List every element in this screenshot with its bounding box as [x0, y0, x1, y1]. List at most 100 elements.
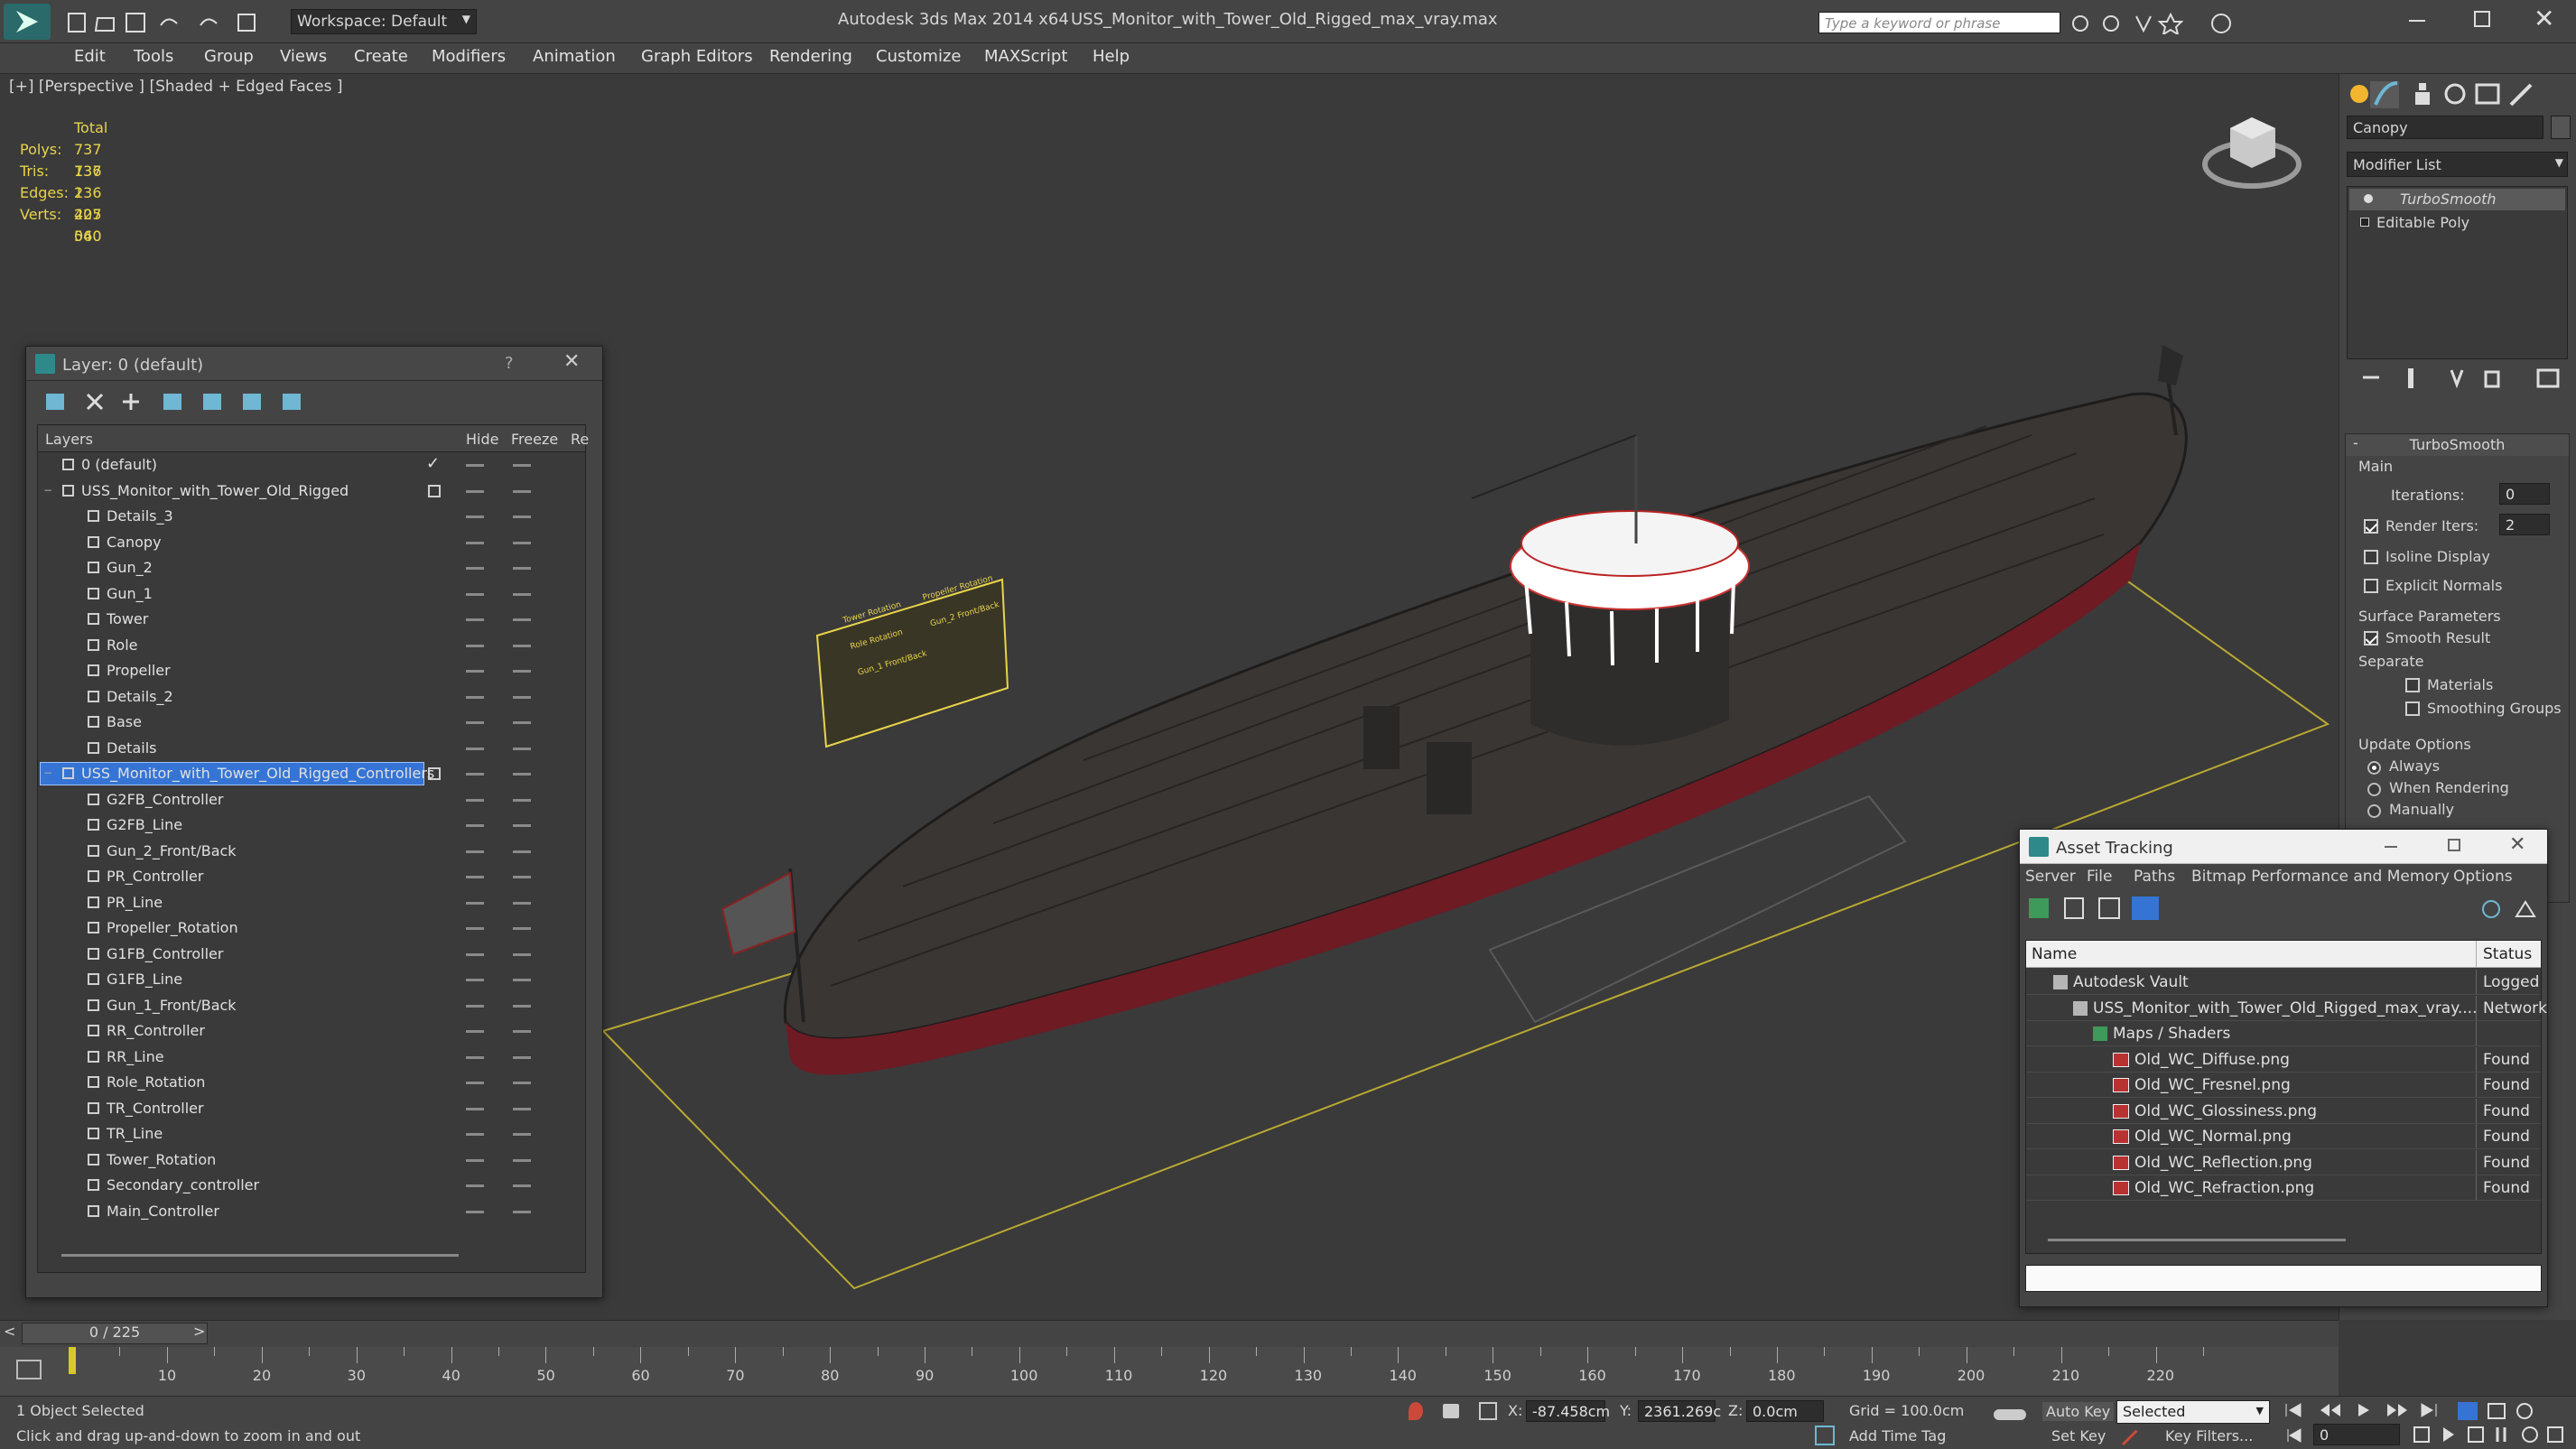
menu-item-customize[interactable]: Customize: [876, 47, 961, 66]
asset-row[interactable]: Old_WC_Normal.png Found: [2026, 1124, 2545, 1149]
layer-object-row[interactable]: Tower_Rotation: [38, 1147, 580, 1173]
layer-object-row[interactable]: Details_2: [38, 684, 580, 710]
menu-item-help[interactable]: Help: [1093, 47, 1130, 66]
pin-icon[interactable]: [2515, 900, 2536, 917]
time-slider[interactable]: 0 / 225: [22, 1323, 208, 1344]
iterations-spinner[interactable]: 0: [2499, 483, 2550, 505]
object-name-field[interactable]: Canopy: [2347, 116, 2543, 139]
hide-toggle[interactable]: [466, 721, 484, 724]
layer-row[interactable]: 0 (default) ✓: [38, 452, 580, 478]
render-iters-checkbox[interactable]: [2364, 519, 2378, 534]
freeze-toggle[interactable]: [513, 773, 531, 776]
mini-curve-editor-icon[interactable]: [16, 1360, 42, 1379]
refresh-icon[interactable]: [2029, 898, 2049, 918]
hide-toggle[interactable]: [466, 901, 484, 905]
select-objects-icon[interactable]: [163, 394, 181, 410]
hide-toggle[interactable]: [466, 1133, 484, 1136]
field-of-view-icon[interactable]: [2468, 1426, 2484, 1443]
previous-frame-icon[interactable]: [2320, 1404, 2340, 1416]
maximize-viewport-icon[interactable]: [2547, 1426, 2563, 1443]
hide-toggle[interactable]: [466, 1158, 484, 1162]
freeze-toggle[interactable]: [513, 489, 531, 493]
col-name[interactable]: Name: [2032, 945, 2077, 963]
col-layers[interactable]: Layers: [45, 431, 93, 448]
freeze-toggle[interactable]: [513, 644, 531, 647]
asset-row[interactable]: Old_WC_Diffuse.png Found: [2026, 1046, 2545, 1073]
asset-menu-server[interactable]: Server: [2025, 868, 2076, 886]
layer-object-row[interactable]: TR_Line: [38, 1121, 580, 1147]
col-hide[interactable]: Hide: [466, 431, 498, 448]
freeze-toggle[interactable]: [513, 670, 531, 673]
set-current-layer-icon[interactable]: [243, 394, 261, 410]
modifier-list-dropdown[interactable]: Modifier List ▼: [2347, 152, 2568, 177]
list-view-icon[interactable]: [2064, 897, 2084, 919]
key-icon[interactable]: [1994, 1409, 2026, 1420]
display-tab-icon[interactable]: [2475, 83, 2500, 105]
hide-toggle[interactable]: [466, 1055, 484, 1059]
key-mode-icon[interactable]: [2458, 1402, 2478, 1420]
hide-toggle[interactable]: [466, 541, 484, 544]
viewcube[interactable]: [2202, 117, 2302, 189]
hide-toggle[interactable]: [466, 1107, 484, 1110]
play-icon[interactable]: [2358, 1404, 2369, 1416]
layer-row[interactable]: − USS_Monitor_with_Tower_Old_Rigged: [38, 478, 580, 504]
manually-radio[interactable]: [2367, 804, 2381, 818]
layer-object-row[interactable]: RR_Controller: [38, 1018, 580, 1044]
layer-hscroll[interactable]: [61, 1254, 459, 1257]
freeze-toggle[interactable]: [513, 747, 531, 750]
set-current-layer-box[interactable]: [428, 484, 441, 497]
object-color-swatch[interactable]: [2551, 116, 2571, 139]
current-frame-field[interactable]: 0: [2313, 1424, 2400, 1445]
delete-layer-icon[interactable]: [86, 393, 104, 411]
grid-view-icon[interactable]: [2132, 896, 2159, 920]
select-layer-icon[interactable]: [203, 394, 221, 410]
layer-object-row[interactable]: Secondary_controller: [38, 1173, 580, 1198]
asset-window-titlebar[interactable]: Asset Tracking ✕: [2020, 830, 2547, 864]
freeze-toggle[interactable]: [513, 1055, 531, 1059]
asset-hscroll[interactable]: [2048, 1239, 2346, 1241]
layer-object-row[interactable]: G2FB_Line: [38, 813, 580, 838]
hide-toggle[interactable]: [466, 516, 484, 518]
freeze-toggle[interactable]: [513, 901, 531, 905]
workspace-dropdown[interactable]: Workspace: Default ▼: [291, 9, 477, 34]
z-coord-field[interactable]: 0.0cm: [1746, 1400, 1824, 1422]
orbit-icon[interactable]: [2516, 1403, 2533, 1419]
freeze-toggle[interactable]: [513, 1133, 531, 1136]
layer-object-row[interactable]: Base: [38, 710, 580, 735]
freeze-toggle[interactable]: [513, 1158, 531, 1162]
freeze-toggle[interactable]: [513, 1030, 531, 1033]
layer-window-titlebar[interactable]: Layer: 0 (default) ? ✕: [26, 347, 602, 381]
freeze-toggle[interactable]: [513, 1082, 531, 1084]
layer-object-row[interactable]: Main_Controller: [38, 1199, 580, 1224]
layer-object-row[interactable]: Gun_2: [38, 555, 580, 581]
app-logo[interactable]: [4, 4, 51, 40]
layer-object-row[interactable]: Role_Rotation: [38, 1070, 580, 1095]
materials-checkbox[interactable]: [2405, 678, 2420, 692]
asset-menu-file[interactable]: File: [2087, 868, 2112, 886]
selection-set-dropdown[interactable]: Selected ▼: [2116, 1400, 2270, 1424]
expand-toggle-icon[interactable]: −: [43, 484, 52, 497]
layer-object-row[interactable]: RR_Line: [38, 1045, 580, 1070]
go-to-start-icon[interactable]: [2285, 1403, 2302, 1417]
motion-tab-icon[interactable]: [2444, 83, 2466, 105]
freeze-toggle[interactable]: [513, 567, 531, 570]
freeze-toggle[interactable]: [513, 952, 531, 956]
stack-item-turbosmooth[interactable]: TurboSmooth: [2349, 189, 2565, 210]
hide-toggle[interactable]: [466, 1210, 484, 1213]
asset-row[interactable]: Old_WC_Glossiness.png Found: [2026, 1098, 2545, 1124]
freeze-toggle[interactable]: [513, 824, 531, 827]
freeze-toggle[interactable]: [513, 541, 531, 544]
menu-item-create[interactable]: Create: [354, 47, 408, 66]
hide-toggle[interactable]: [466, 1184, 484, 1187]
asset-row[interactable]: Old_WC_Fresnel.png Found: [2026, 1073, 2545, 1098]
zoom-region-icon[interactable]: [2287, 1428, 2302, 1443]
stack-item-editable-poly[interactable]: Editable Poly: [2349, 212, 2565, 234]
asset-row[interactable]: Old_WC_Reflection.png Found: [2026, 1149, 2545, 1175]
menu-item-tools[interactable]: Tools: [134, 47, 173, 66]
close-icon[interactable]: ✕: [2509, 833, 2525, 856]
walk-through-icon[interactable]: [2443, 1427, 2454, 1442]
hide-toggle[interactable]: [466, 489, 484, 493]
hide-toggle[interactable]: [466, 850, 484, 853]
freeze-toggle[interactable]: [513, 695, 531, 699]
hide-toggle[interactable]: [466, 644, 484, 647]
